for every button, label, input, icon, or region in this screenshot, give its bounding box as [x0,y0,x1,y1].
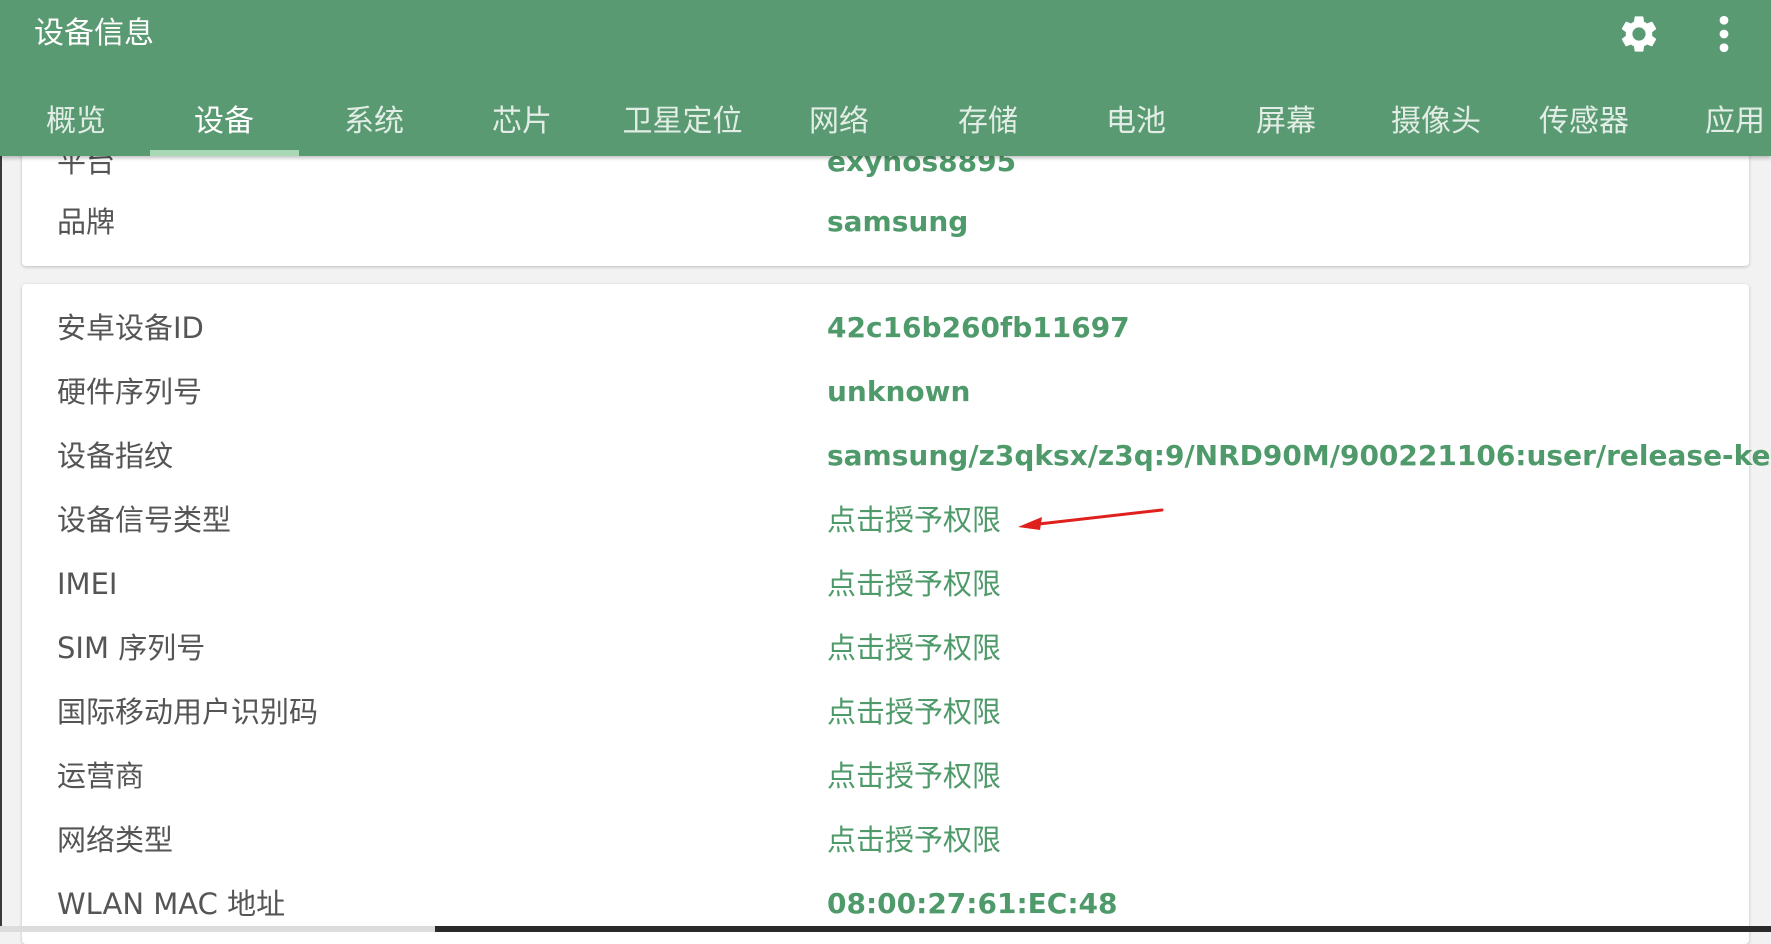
info-row-network-type: 网络类型 点击授予权限 [22,808,1749,872]
tab-apps[interactable]: 应用 [1660,88,1771,156]
info-row-brand: 品牌 samsung [22,190,1749,254]
tab-network[interactable]: 网络 [765,88,913,156]
info-row-fingerprint: 设备指纹 samsung/z3qksx/z3q:9/NRD90M/9002211… [22,424,1771,488]
grant-permission-link[interactable]: 点击授予权限 [827,488,1001,552]
info-row-hardware-serial: 硬件序列号 unknown [22,360,1749,424]
tab-battery[interactable]: 电池 [1062,88,1210,156]
tab-gps[interactable]: 卫星定位 [605,88,760,156]
info-row-android-id: 安卓设备ID 42c16b260fb11697 [22,296,1749,360]
page-title: 设备信息 [34,16,154,51]
tab-camera[interactable]: 摄像头 [1362,88,1510,156]
tab-overview[interactable]: 概览 [2,88,150,156]
info-label: SIM 序列号 [57,631,206,665]
info-label: 国际移动用户识别码 [57,695,319,729]
info-label: 网络类型 [57,823,174,857]
info-label: 设备指纹 [57,439,174,473]
tab-storage[interactable]: 存储 [914,88,1062,156]
gear-icon[interactable] [1617,12,1661,56]
info-label: 品牌 [57,205,116,239]
tab-bar: 概览 设备 系统 芯片 卫星定位 网络 存储 电池 屏幕 摄像头 传感器 应用 [0,88,1771,156]
window-edge [0,156,2,926]
grant-permission-link[interactable]: 点击授予权限 [827,744,1001,808]
more-vert-icon[interactable] [1710,12,1738,56]
annotation-arrow-icon [1018,508,1164,530]
info-label: IMEI [57,567,118,601]
info-row-sim-serial: SIM 序列号 点击授予权限 [22,616,1749,680]
tab-screen[interactable]: 屏幕 [1212,88,1360,156]
grant-permission-link[interactable]: 点击授予权限 [827,616,1001,680]
grant-permission-link[interactable]: 点击授予权限 [827,680,1001,744]
info-value: samsung [827,205,969,238]
device-identifiers-card: 安卓设备ID 42c16b260fb11697 硬件序列号 unknown 设备… [22,284,1771,944]
grant-permission-link[interactable]: 点击授予权限 [827,552,1001,616]
tab-device[interactable]: 设备 [150,88,298,156]
tab-sensors[interactable]: 传感器 [1510,88,1658,156]
horizontal-scrollbar[interactable] [0,926,435,932]
info-row-imei: IMEI 点击授予权限 [22,552,1749,616]
info-label: 运营商 [57,759,145,793]
info-value: samsung/z3qksx/z3q:9/NRD90M/900221106:us… [827,439,1771,472]
info-label: 安卓设备ID [57,311,204,345]
info-row-imsi: 国际移动用户识别码 点击授予权限 [22,680,1749,744]
grant-permission-link[interactable]: 点击授予权限 [827,808,1001,872]
app-bar: 设备信息 概览 设备 系统 芯片 卫星定位 网络 存储 电池 屏幕 摄像头 传感… [0,0,1771,156]
info-value: unknown [827,375,971,408]
active-tab-indicator [150,150,299,156]
bottom-edge [0,926,1771,932]
tab-system[interactable]: 系统 [300,88,448,156]
info-row-carrier: 运营商 点击授予权限 [22,744,1749,808]
tab-soc[interactable]: 芯片 [448,88,596,156]
info-label: 设备信号类型 [57,503,232,537]
info-label: 硬件序列号 [57,375,203,409]
info-row-phone-type: 设备信号类型 点击授予权限 [22,488,1749,552]
info-value: 42c16b260fb11697 [827,311,1130,344]
